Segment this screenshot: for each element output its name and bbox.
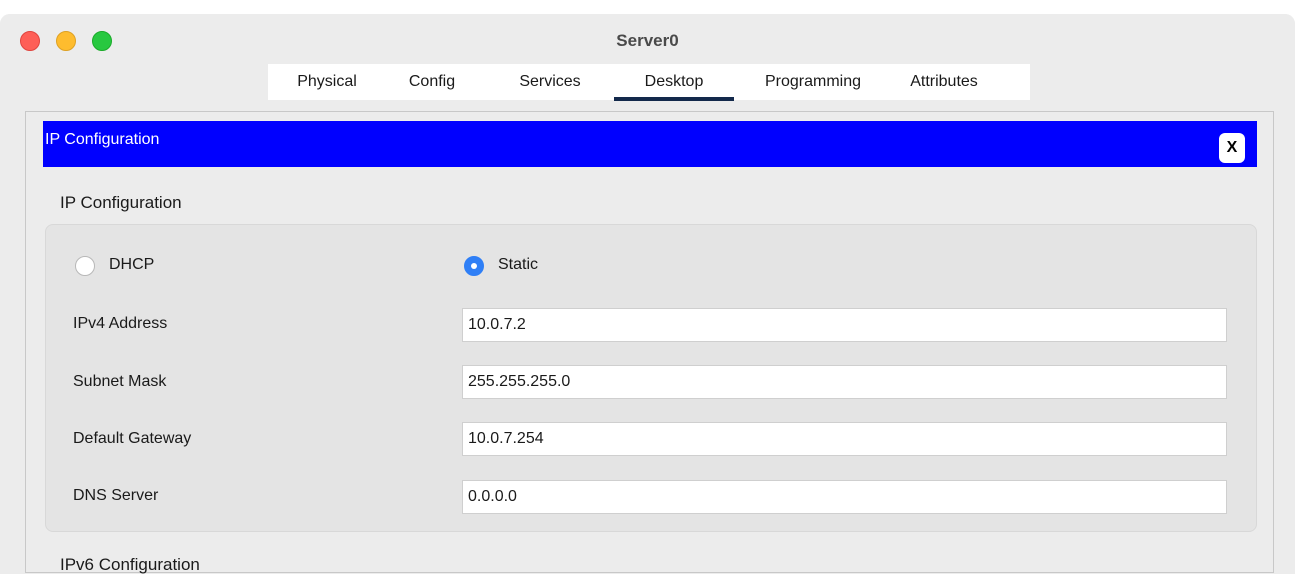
- title-bar: Server0: [0, 14, 1295, 66]
- static-label: Static: [498, 256, 539, 273]
- tab-physical[interactable]: Physical: [284, 64, 370, 100]
- window-title: Server0: [616, 31, 679, 50]
- ipv4-section-title: IP Configuration: [60, 193, 182, 212]
- tab-desktop[interactable]: Desktop: [614, 64, 734, 101]
- ipv4-address-input[interactable]: [462, 308, 1227, 342]
- subnet-mask-input[interactable]: [462, 365, 1227, 399]
- dns-server-label: DNS Server: [73, 487, 159, 504]
- tab-bar: Physical Config Services Desktop Program…: [268, 64, 1030, 101]
- default-gateway-input[interactable]: [462, 422, 1227, 456]
- ip-configuration-header: IP Configuration X: [43, 121, 1257, 167]
- dhcp-radio[interactable]: [75, 256, 95, 276]
- tab-programming[interactable]: Programming: [746, 64, 880, 100]
- subnet-mask-label: Subnet Mask: [73, 373, 167, 390]
- dns-server-input[interactable]: [462, 480, 1227, 514]
- default-gateway-label: Default Gateway: [73, 430, 192, 447]
- ipv4-address-label: IPv4 Address: [73, 315, 168, 332]
- ip-configuration-header-title: IP Configuration: [45, 131, 160, 148]
- tab-config[interactable]: Config: [400, 64, 464, 100]
- close-panel-button[interactable]: X: [1219, 133, 1245, 163]
- ipv6-section-title: IPv6 Configuration: [60, 555, 200, 574]
- static-radio[interactable]: [464, 256, 484, 276]
- dhcp-label: DHCP: [109, 256, 155, 273]
- tab-attributes[interactable]: Attributes: [896, 64, 992, 100]
- tab-services[interactable]: Services: [503, 64, 597, 100]
